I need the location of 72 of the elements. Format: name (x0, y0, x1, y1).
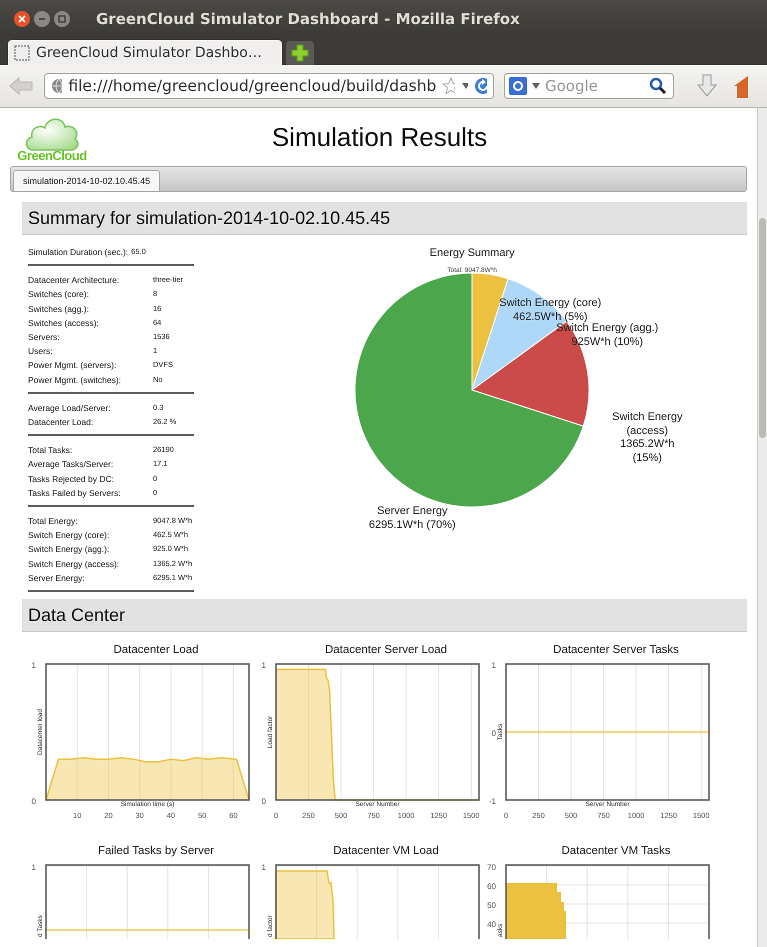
maximize-button[interactable] (54, 11, 70, 27)
stat-label: Tasks Failed by Servers: (28, 486, 122, 500)
slice-label: Server Energy 6295.1W*h (70%) (368, 505, 457, 532)
browser-tab[interactable]: GreenCloud Simulator Dashbo… (8, 40, 282, 65)
plus-icon (291, 44, 309, 62)
minimize-icon (38, 15, 46, 23)
y-tick-label: 40 (487, 920, 496, 930)
maximize-icon (58, 15, 66, 23)
y-tick-label: 50 (487, 901, 496, 910)
chart-title: Datacenter Load (113, 644, 199, 658)
chart-title: Datacenter Server Load (324, 644, 448, 658)
stat-label: Average Load/Server: (28, 402, 112, 415)
y-tick-label: 1 (32, 661, 36, 670)
stat-label: Power Mgmt. (servers): (28, 359, 118, 372)
star-icon[interactable] (442, 77, 456, 95)
stat-label: Average Tasks/Server: (28, 458, 114, 472)
section-heading: Data Center (22, 599, 747, 632)
address-bar[interactable]: file:///home/greencloud/greencloud/build/dashb (44, 73, 494, 99)
area-drawing (275, 870, 335, 940)
page-icon (14, 44, 30, 60)
slice-label: Switch Energy (core) 462.5W*h (5%) (498, 297, 602, 323)
download-arrow-icon[interactable] (696, 74, 718, 98)
close-button[interactable] (14, 11, 30, 27)
y-tick-label: 1 (262, 661, 266, 670)
stat-label: Switch Energy (agg.): (28, 543, 110, 556)
y-tick-label: 0 (492, 729, 496, 738)
stat-label: Switch Energy (core): (28, 529, 110, 542)
new-tab-button[interactable] (286, 41, 314, 65)
y-tick-label: 1 (492, 661, 496, 670)
stat-label: Total Tasks: (28, 444, 74, 458)
chart-title: Datacenter VM Tasks (561, 845, 671, 860)
step-area-drawing (506, 883, 566, 940)
stat-label: Server Energy: (28, 572, 86, 585)
section-heading: Summary for simulation-2014-10-02.10.45.45 (22, 202, 747, 235)
dropdown-caret-icon[interactable] (461, 82, 468, 90)
logo-text: GreenCloud (17, 148, 87, 162)
stat-label: Servers: (28, 331, 61, 344)
chart-title: Datacenter VM Load (333, 845, 439, 860)
stat-label: Switches (access): (28, 316, 100, 330)
stat-label: Switch Energy (access): (28, 558, 120, 571)
chart-title: Failed Tasks by Server (98, 845, 214, 860)
page-title: Simulation Results (270, 122, 488, 152)
chart-title: Datacenter Server Tasks (553, 644, 679, 658)
scrollbar[interactable] (757, 108, 767, 947)
stat-label: Datacenter Load: (28, 416, 94, 430)
stat-label: Datacenter Architecture: (28, 274, 120, 288)
stat-label: Power Mgmt. (switches): (28, 374, 122, 387)
y-tick-label: 70 (487, 863, 496, 872)
stat-label: Simulation Duration (sec.): (28, 246, 128, 259)
stat-label: Total Energy: (28, 515, 79, 528)
search-field[interactable]: Google (545, 77, 645, 95)
y-tick-label: -1 (488, 797, 496, 806)
globe-icon (51, 78, 62, 94)
chart-title: Energy Summary (428, 247, 516, 259)
stat-label: Switches (core): (28, 288, 90, 302)
search-box[interactable]: Google (504, 73, 674, 99)
reload-icon[interactable] (474, 77, 488, 95)
y-tick-label: 1 (32, 863, 36, 872)
window-title: GreenCloud Simulator Dashboard - Mozilla Firefox (96, 10, 520, 28)
close-icon (18, 15, 26, 23)
y-tick-label: 0 (262, 797, 266, 806)
stat-label: Switches (agg.): (28, 302, 90, 316)
simulation-tab[interactable]: simulation-2014-10-02.10.45.45 (13, 170, 160, 191)
search-engine-icon[interactable] (509, 77, 527, 95)
slice-label: Switch Energy (access) 1365.2W*h (15%) (611, 411, 684, 465)
y-tick-label: 0 (32, 797, 36, 806)
stat-label: Users: (28, 345, 54, 358)
dropdown-caret-icon[interactable] (531, 82, 541, 90)
stat-label: Tasks Rejected by DC: (28, 472, 115, 486)
y-tick-label: 1 (262, 863, 266, 872)
search-icon[interactable] (649, 77, 667, 95)
y-tick-label: 60 (487, 882, 496, 892)
